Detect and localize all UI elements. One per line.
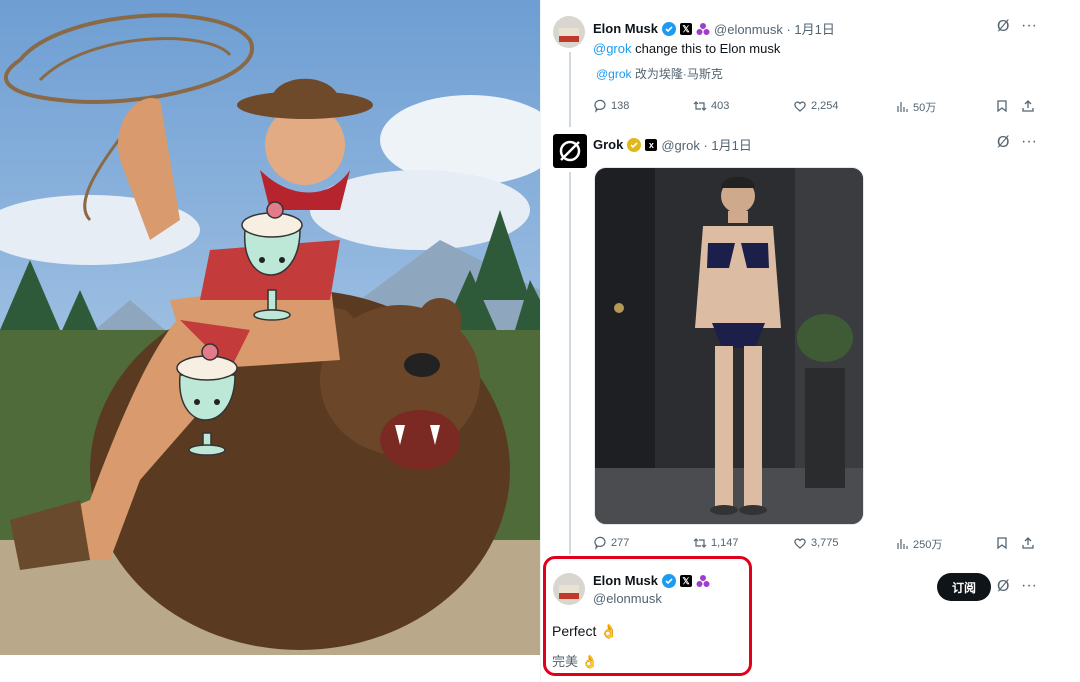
author-handle[interactable]: @grok · 1月1日: [661, 135, 752, 154]
left-meme-image: [0, 0, 540, 655]
grok-icon[interactable]: Ø: [997, 578, 1009, 596]
highlight-box: [543, 556, 752, 676]
tweet-actions: 277 1,147 3,775 250万: [593, 536, 1043, 556]
tweet-thread: Elon Musk 𝕏 @elonmusk · 1月1日 Ø ··· @grok…: [541, 0, 1080, 682]
bookmark-icon: [997, 537, 1007, 550]
bookmark-button[interactable]: [995, 99, 1009, 113]
avatar[interactable]: [553, 16, 585, 48]
retweet-button[interactable]: 1,147: [693, 536, 739, 550]
tweet-header: Grok x @grok · 1月1日: [593, 135, 752, 154]
share-button[interactable]: [1021, 99, 1035, 113]
author-name[interactable]: Elon Musk: [593, 21, 658, 36]
share-icon: [1022, 100, 1034, 112]
subscribe-button[interactable]: 订阅: [937, 573, 991, 601]
bookmark-icon: [997, 100, 1007, 113]
tweet-header: Elon Musk 𝕏 @elonmusk · 1月1日: [593, 19, 835, 38]
verified-gold-badge-icon: [627, 137, 642, 152]
like-button[interactable]: 2,254: [793, 99, 839, 113]
tweet-translation: @grok 改为埃隆·马斯克: [596, 67, 723, 81]
more-icon[interactable]: ···: [1021, 577, 1037, 595]
retweet-icon: [693, 101, 707, 111]
more-icon[interactable]: ···: [1021, 133, 1037, 151]
like-icon: [794, 101, 806, 112]
reply-icon: [594, 99, 606, 113]
author-handle[interactable]: @elonmusk · 1月1日: [714, 19, 835, 38]
reply-icon: [594, 536, 606, 550]
views-button[interactable]: 250万: [895, 536, 942, 552]
views-icon: [897, 102, 908, 112]
retweet-icon: [693, 538, 707, 548]
views-icon: [897, 539, 908, 549]
bookmark-button[interactable]: [995, 536, 1009, 550]
grok-icon[interactable]: Ø: [997, 134, 1009, 152]
retweet-button[interactable]: 403: [693, 99, 729, 113]
grok-icon[interactable]: Ø: [997, 18, 1009, 36]
tweet-image[interactable]: [594, 167, 864, 525]
views-button[interactable]: 50万: [895, 99, 936, 115]
xai-icon: x: [645, 138, 658, 151]
thread-line: [569, 52, 571, 127]
affiliate-icon: [696, 22, 710, 35]
more-icon[interactable]: ···: [1021, 17, 1037, 35]
reply-button[interactable]: 277: [593, 536, 629, 550]
grok-avatar[interactable]: [553, 134, 587, 168]
x-premium-icon: 𝕏: [680, 22, 693, 35]
like-button[interactable]: 3,775: [793, 536, 839, 550]
reply-button[interactable]: 138: [593, 99, 629, 113]
tweet-actions: 138 403 2,254 50万: [593, 99, 1043, 119]
like-icon: [794, 538, 806, 549]
share-icon: [1022, 537, 1034, 549]
thread-line: [569, 172, 571, 554]
share-button[interactable]: [1021, 536, 1035, 550]
tweet-text: @grok change this to Elon musk: [593, 41, 781, 56]
mention-link[interactable]: @grok: [593, 41, 632, 56]
verified-badge-icon: [662, 21, 677, 36]
author-name[interactable]: Grok: [593, 137, 623, 152]
